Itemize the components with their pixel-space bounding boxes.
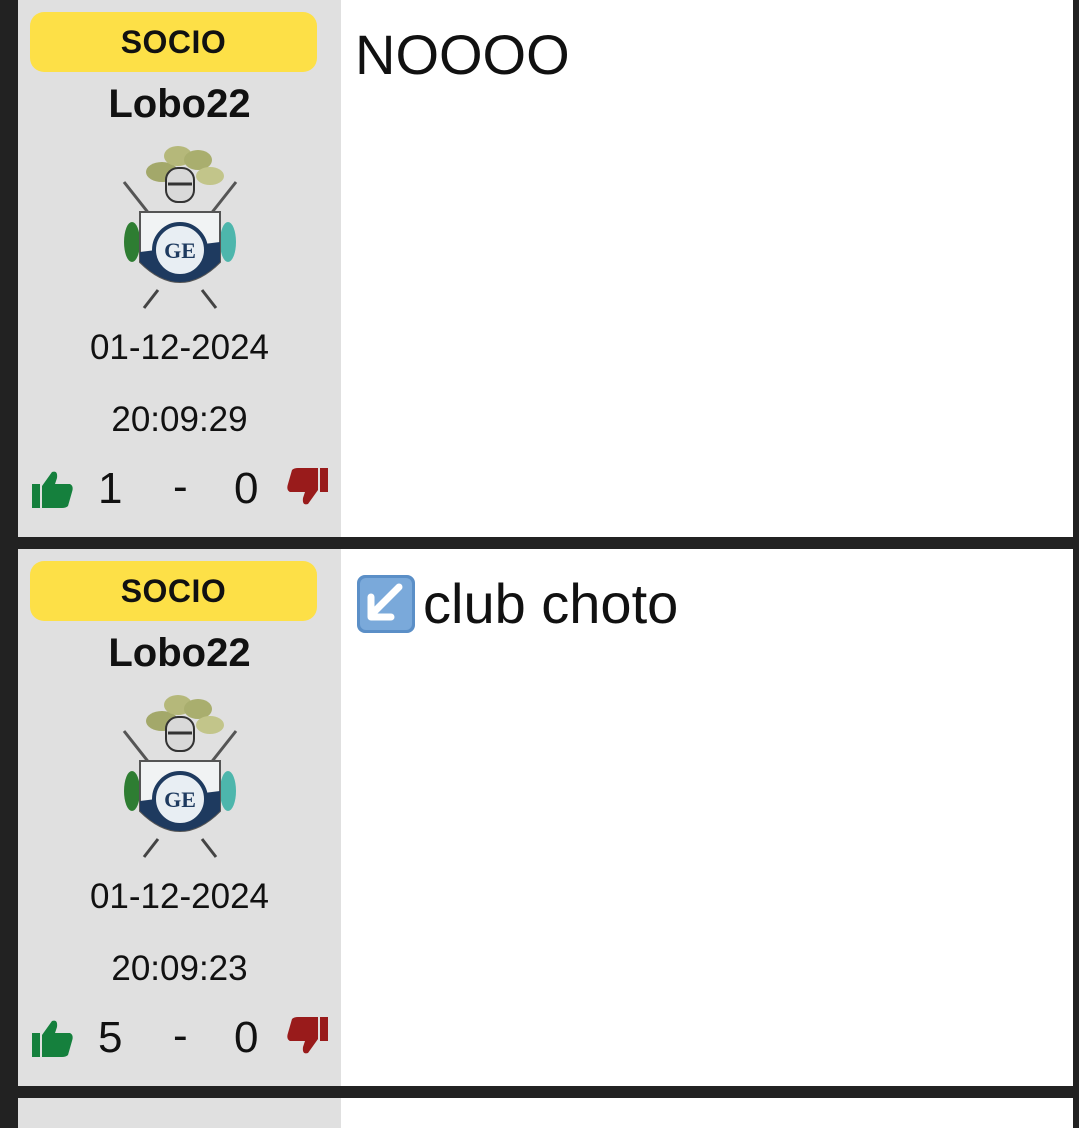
post-message-text: NOOOO — [355, 23, 570, 86]
svg-text:GE: GE — [164, 238, 196, 263]
dislike-count: 0 — [234, 464, 259, 513]
post-message: NOOOO — [355, 22, 570, 87]
thumbs-down-icon[interactable] — [286, 1015, 330, 1059]
forum-thread: SOCIO Lobo22 GE 01-12-2024 20:09:29 1 - … — [0, 0, 1079, 1128]
post-message-text: club choto — [423, 572, 679, 635]
vote-bar: 5 - 0 — [30, 1011, 335, 1067]
post-author-panel: SOCIO Lobo22 GE 01-12-2024 20:09:23 5 - … — [18, 549, 341, 1086]
author-username[interactable]: Lobo22 — [18, 82, 341, 127]
vote-separator: - — [173, 1011, 188, 1060]
member-badge: SOCIO — [30, 12, 317, 72]
vote-separator: - — [173, 462, 188, 511]
dislike-count: 0 — [234, 1013, 259, 1062]
author-username[interactable]: Lobo22 — [18, 631, 341, 676]
post-content: club choto — [341, 549, 1073, 1086]
post-author-panel: SOCIO Lobo22 GE 01-12-2024 20:09:29 1 - … — [18, 0, 341, 537]
post: SOCIO Lobo22 GE 01-12-2024 20:09:29 1 - … — [18, 0, 1073, 537]
svg-text:GE: GE — [164, 787, 196, 812]
post-content — [341, 1098, 1073, 1128]
post-author-panel — [18, 1098, 341, 1128]
thumbs-up-icon[interactable] — [30, 466, 74, 510]
arrow-down-left-icon — [357, 574, 415, 633]
vote-bar: 1 - 0 — [30, 462, 335, 518]
thumbs-up-icon[interactable] — [30, 1015, 74, 1059]
member-badge: SOCIO — [30, 561, 317, 621]
post-message: club choto — [355, 571, 678, 636]
post: SOCIO Lobo22 GE 01-12-2024 20:09:23 5 - … — [18, 549, 1073, 1086]
post-content: NOOOO — [341, 0, 1073, 537]
post-date: 01-12-2024 — [89, 328, 270, 367]
club-crest-avatar[interactable]: GE — [118, 142, 242, 310]
club-crest-avatar[interactable]: GE — [118, 691, 242, 859]
post — [18, 1098, 1073, 1128]
like-count: 1 — [98, 464, 123, 513]
post-date: 01-12-2024 — [89, 877, 270, 916]
thumbs-down-icon[interactable] — [286, 466, 330, 510]
post-time: 20:09:29 — [111, 400, 248, 439]
like-count: 5 — [98, 1013, 123, 1062]
post-time: 20:09:23 — [111, 949, 248, 988]
